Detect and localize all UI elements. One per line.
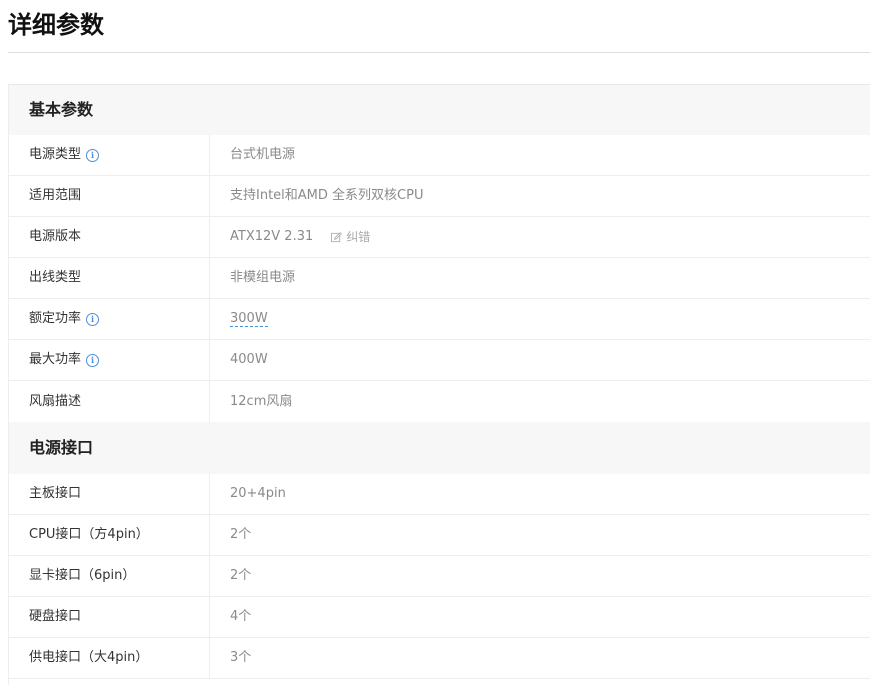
table-row: 额定功率 i 300W bbox=[9, 299, 870, 340]
row-value: 台式机电源 bbox=[230, 147, 296, 162]
table-row: 电源类型 i 台式机电源 bbox=[9, 135, 870, 176]
row-label: CPU接口（方4pin） bbox=[9, 515, 210, 555]
correction-label: 纠错 bbox=[346, 230, 371, 244]
row-value: 2个 bbox=[230, 568, 252, 583]
row-label: 主板接口 bbox=[9, 474, 210, 514]
row-label-text: 额定功率 bbox=[29, 311, 82, 326]
info-icon[interactable]: i bbox=[86, 353, 100, 367]
table-row: 适用范围 支持Intel和AMD 全系列双核CPU bbox=[9, 176, 870, 217]
table-row: 最大功率 i 400W bbox=[9, 340, 870, 381]
row-label: 最大功率 i bbox=[9, 340, 210, 380]
row-value: 400W bbox=[230, 352, 268, 367]
table-row: 硬盘接口 4个 bbox=[9, 597, 870, 638]
row-label-text: CPU接口（方4pin） bbox=[29, 527, 149, 542]
row-value: 12cm风扇 bbox=[230, 393, 293, 409]
row-label-text: 硬盘接口 bbox=[29, 609, 82, 624]
row-value: 300W bbox=[210, 299, 268, 339]
row-label-text: 出线类型 bbox=[29, 270, 82, 285]
page-title: 详细参数 bbox=[8, 11, 104, 39]
row-value: 20+4pin bbox=[230, 486, 286, 501]
row-label-text: 供电接口（大4pin） bbox=[29, 650, 149, 665]
row-value: 3个 bbox=[230, 650, 252, 665]
table-row: 显卡接口（6pin） 2个 bbox=[9, 556, 870, 597]
row-value: 4个 bbox=[230, 609, 252, 624]
info-icon[interactable]: i bbox=[86, 312, 100, 326]
row-label-text: 最大功率 bbox=[29, 352, 82, 367]
section-header-ports: 电源接口 bbox=[9, 422, 870, 474]
row-value: 2个 bbox=[230, 527, 252, 542]
row-label-text: 电源版本 bbox=[29, 229, 82, 244]
row-label: 出线类型 bbox=[9, 258, 210, 298]
row-label-text: 主板接口 bbox=[29, 486, 82, 501]
row-label: 风扇描述 bbox=[9, 381, 210, 422]
row-value: 支持Intel和AMD 全系列双核CPU bbox=[230, 188, 424, 203]
row-label: 硬盘接口 bbox=[9, 597, 210, 637]
row-label: 供电接口（大4pin） bbox=[9, 638, 210, 678]
table-row: 出线类型 非模组电源 bbox=[9, 258, 870, 299]
row-label-text: 显卡接口（6pin） bbox=[29, 568, 136, 583]
row-label: 额定功率 i bbox=[9, 299, 210, 339]
info-icon[interactable]: i bbox=[86, 148, 100, 162]
table-row: 主板接口 20+4pin bbox=[9, 474, 870, 515]
correction-link[interactable]: 纠错 bbox=[331, 217, 370, 257]
spec-table: 基本参数 电源类型 i 台式机电源 适用范围 支持Intel和AMD 全系列双核… bbox=[8, 84, 870, 685]
row-label: 电源类型 i bbox=[9, 135, 210, 175]
row-value: ATX12V 2.31 纠错 bbox=[210, 217, 370, 257]
section-header-basic: 基本参数 bbox=[9, 85, 870, 135]
row-value: 非模组电源 bbox=[230, 270, 296, 285]
row-label: 显卡接口（6pin） bbox=[9, 556, 210, 596]
table-row: 风扇描述 12cm风扇 bbox=[9, 381, 870, 422]
table-row: 供电接口（大4pin） 3个 bbox=[9, 638, 870, 679]
row-label: 适用范围 bbox=[9, 176, 210, 216]
edit-icon bbox=[331, 231, 343, 242]
table-row: 电源版本 ATX12V 2.31 纠错 bbox=[9, 217, 870, 258]
row-label-text: 适用范围 bbox=[29, 188, 82, 203]
row-label-text: 风扇描述 bbox=[29, 393, 82, 409]
row-label: 电源版本 bbox=[9, 217, 210, 257]
table-row: CPU接口（方4pin） 2个 bbox=[9, 515, 870, 556]
row-value-text: ATX12V 2.31 bbox=[230, 229, 314, 244]
row-label-text: 电源类型 bbox=[29, 147, 82, 162]
rated-power-link[interactable]: 300W bbox=[230, 311, 268, 327]
title-divider bbox=[8, 52, 870, 53]
